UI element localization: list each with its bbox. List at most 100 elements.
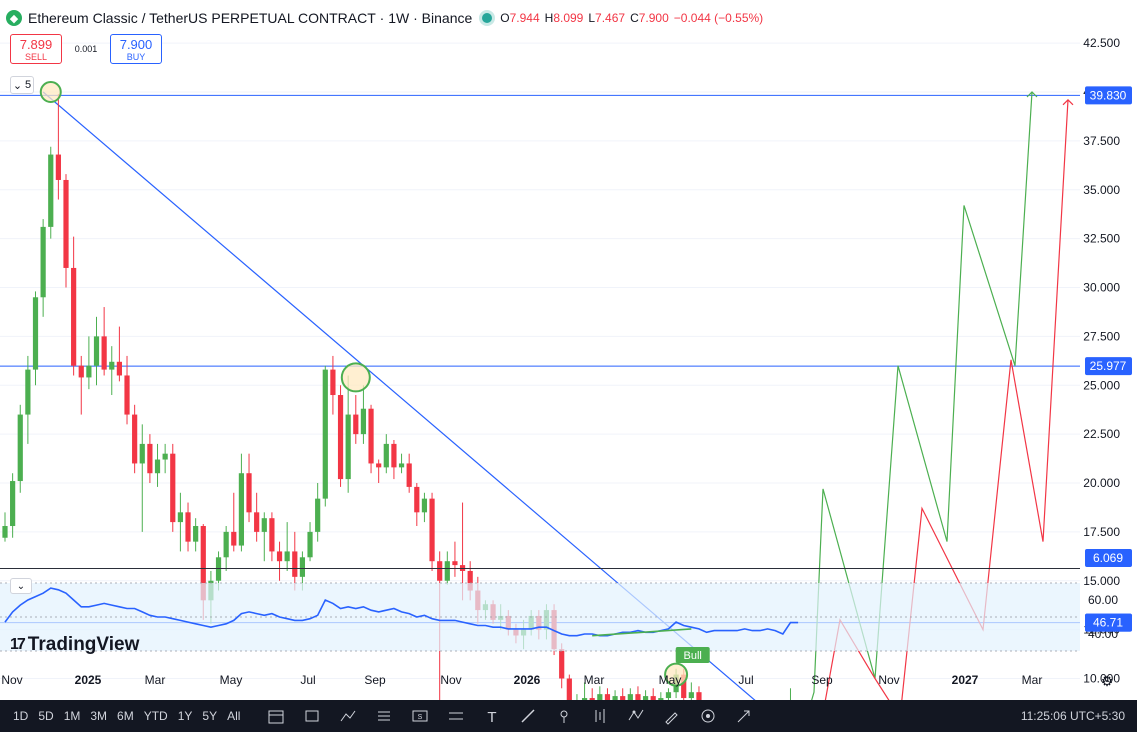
- candle: [71, 267, 77, 366]
- candle: [109, 361, 115, 370]
- candle: [231, 531, 237, 546]
- rsi-pane-toggle[interactable]: ⌄: [10, 578, 32, 594]
- bottom-toolbar: 1D 5D 1M 3M 6M YTD 1Y 5Y All S T 11:25:06 UTC+5:3…: [0, 700, 1137, 732]
- highlight-circle: [39, 81, 62, 103]
- rsi-axis-tick: 60.00: [1088, 593, 1118, 607]
- tradingview-wordmark: TradingView: [27, 634, 140, 655]
- candle: [223, 531, 229, 558]
- candle: [238, 473, 245, 546]
- pane-separator[interactable]: [0, 568, 1080, 569]
- chevron-down-icon: ⌄: [12, 79, 23, 92]
- bar-pattern-icon[interactable]: [583, 704, 617, 728]
- x-axis-tick: 2026: [514, 673, 541, 687]
- text-box-icon[interactable]: S: [403, 704, 437, 728]
- pin-icon[interactable]: [547, 704, 581, 728]
- candle: [116, 361, 122, 376]
- y-axis-tick: 27.500: [1083, 329, 1120, 343]
- candle: [566, 678, 572, 700]
- candle: [254, 512, 260, 532]
- chart-header: ◆ Ethereum Classic / TetherUS PERPETUAL …: [6, 8, 763, 28]
- bull-label: Bull: [684, 650, 702, 662]
- timeframe-3m[interactable]: 3M: [85, 709, 112, 723]
- price-chart[interactable]: 45.00042.50040.00037.50035.00032.50030.0…: [0, 0, 1137, 700]
- x-axis-tick: Nov: [878, 673, 899, 687]
- parallel-lines-icon[interactable]: [439, 704, 473, 728]
- candle: [17, 414, 23, 482]
- rsi-value-label: 46.71: [1093, 616, 1123, 630]
- brush-icon[interactable]: [511, 704, 545, 728]
- pencil-icon[interactable]: [655, 704, 689, 728]
- x-axis-tick: May: [659, 673, 682, 687]
- y-axis-tick: 15.000: [1083, 574, 1120, 588]
- timeframe-1m[interactable]: 1M: [59, 709, 86, 723]
- timeframe-5y[interactable]: 5Y: [197, 709, 222, 723]
- clock: 11:25:06 UTC+5:30: [1020, 709, 1125, 723]
- arrow-icon[interactable]: [727, 704, 761, 728]
- path-icon[interactable]: [331, 704, 365, 728]
- ohlc-values: O7.944 H8.099 L7.467 C7.900 −0.044 (−0.5…: [500, 11, 764, 25]
- candle: [307, 531, 313, 558]
- x-axis-tick: 2027: [952, 673, 979, 687]
- interval-label[interactable]: 1W: [388, 10, 409, 26]
- timeframe-all[interactable]: All: [222, 709, 245, 723]
- exchange-label: Binance: [421, 10, 473, 26]
- close-value: 7.900: [638, 11, 669, 25]
- spread-value: 0.001: [74, 44, 98, 54]
- rectangle-icon[interactable]: [295, 704, 329, 728]
- candle: [398, 463, 405, 468]
- candle: [360, 408, 367, 435]
- text-icon[interactable]: T: [475, 704, 509, 728]
- sell-button[interactable]: 7.899 SELL: [10, 34, 62, 64]
- candle: [559, 649, 565, 679]
- x-axis-tick: Mar: [1022, 673, 1043, 687]
- timeframe-1d[interactable]: 1D: [8, 709, 33, 723]
- buy-button[interactable]: 7.900 BUY: [110, 34, 162, 64]
- y-axis-tick: 32.500: [1083, 232, 1120, 246]
- timeframe-ytd[interactable]: YTD: [139, 709, 173, 723]
- candle: [276, 551, 283, 562]
- price-label: 6.069: [1093, 551, 1123, 565]
- indicators-toggle[interactable]: ⌄ 5: [10, 76, 34, 94]
- timeframe-1y[interactable]: 1Y: [173, 709, 198, 723]
- candle: [63, 179, 69, 268]
- x-axis-tick: Nov: [440, 673, 461, 687]
- candle: [353, 414, 359, 435]
- x-axis-tick: May: [220, 673, 243, 687]
- candle: [345, 414, 351, 480]
- candle: [32, 297, 39, 370]
- y-axis-tick: 45.000: [1083, 0, 1120, 1]
- candle: [421, 498, 428, 513]
- candle: [284, 551, 290, 562]
- y-axis-tick: 20.000: [1083, 476, 1120, 490]
- candle: [93, 336, 100, 366]
- fib-icon[interactable]: [367, 704, 401, 728]
- open-value: 7.944: [509, 11, 540, 25]
- svg-text:T: T: [488, 709, 497, 726]
- target-icon[interactable]: [691, 704, 725, 728]
- symbol-name[interactable]: Ethereum Classic / TetherUS PERPETUAL CO…: [28, 10, 376, 26]
- candle: [193, 526, 199, 542]
- candle: [368, 408, 374, 464]
- price-label: 25.977: [1090, 359, 1127, 373]
- candle: [261, 518, 267, 532]
- candle: [139, 443, 145, 464]
- gear-icon[interactable]: ⚙: [1099, 673, 1115, 689]
- buy-price: 7.900: [119, 36, 153, 52]
- calendar-icon[interactable]: [259, 704, 293, 728]
- candle: [269, 518, 275, 552]
- candle: [55, 154, 61, 180]
- sell-label: SELL: [24, 51, 48, 62]
- tradingview-mark-icon: 17: [10, 636, 26, 653]
- timeframe-buttons: 1D 5D 1M 3M 6M YTD 1Y 5Y All: [8, 709, 245, 723]
- timeframe-5d[interactable]: 5D: [33, 709, 58, 723]
- x-axis-tick: Jul: [738, 673, 753, 687]
- candle: [437, 561, 443, 581]
- swing-icon[interactable]: [619, 704, 653, 728]
- x-axis-tick: Sep: [364, 673, 386, 687]
- candle: [2, 526, 8, 538]
- candle: [444, 561, 450, 581]
- low-value: 7.467: [595, 11, 626, 25]
- timeframe-6m[interactable]: 6M: [112, 709, 139, 723]
- candle: [315, 498, 321, 532]
- highlight-circle: [340, 362, 371, 393]
